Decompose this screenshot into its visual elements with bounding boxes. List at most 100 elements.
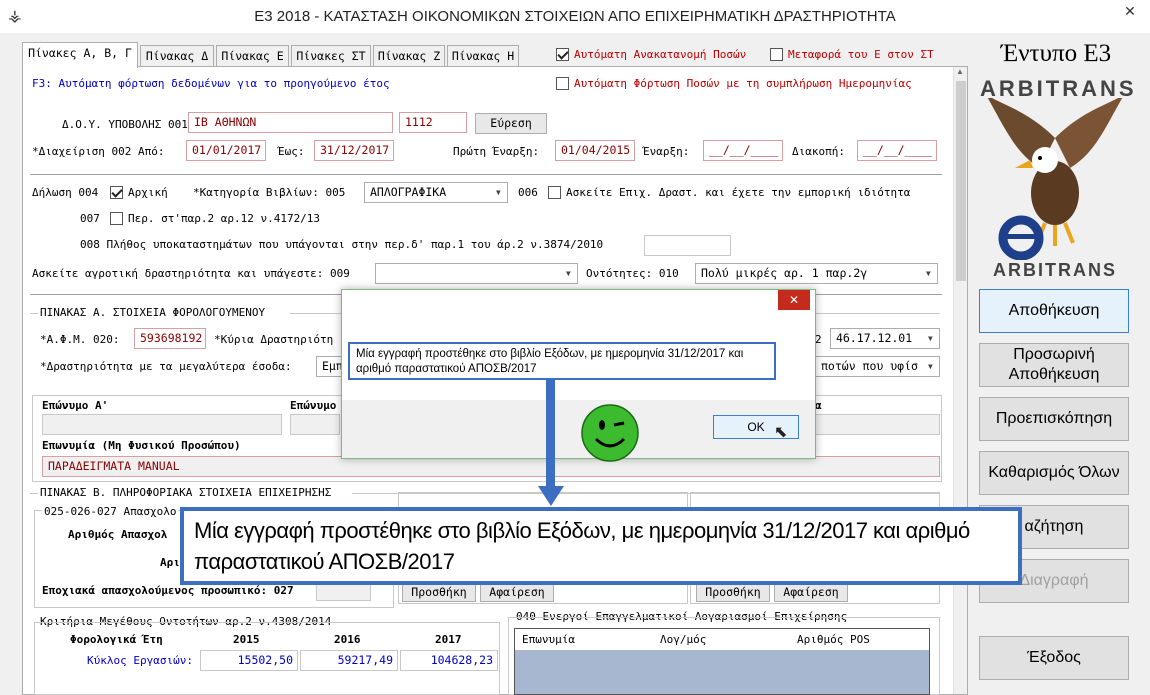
doy-input[interactable]: ΙΒ ΑΘΗΝΩΝ bbox=[188, 112, 393, 133]
books-select[interactable]: ΑΠΛΟΓΡΑΦΙΚΑ bbox=[364, 182, 508, 203]
doy-label: Δ.Ο.Υ. ΥΠΟΒΟΛΗΣ 001: bbox=[62, 118, 195, 131]
initial-checkbox[interactable] bbox=[110, 186, 123, 202]
col-name-header[interactable]: Επωνυμία bbox=[522, 633, 575, 646]
arrow-head-icon bbox=[538, 486, 564, 506]
branches-input[interactable] bbox=[644, 235, 731, 256]
code-006: 006 bbox=[518, 186, 538, 199]
tab-table-d[interactable]: Πίνακας Δ bbox=[140, 45, 214, 67]
surname-b-input[interactable] bbox=[290, 414, 340, 435]
groupbox-line bbox=[30, 313, 38, 314]
turnover-2015[interactable]: 15502,50 bbox=[200, 650, 298, 671]
preview-button[interactable]: Προεπισκόπηση bbox=[979, 397, 1129, 441]
from-date-input[interactable]: 01/01/2017 bbox=[186, 140, 266, 161]
main-activity-label: *Κύρια Δραστηριότη bbox=[214, 333, 334, 346]
books-label: *Κατηγορία Βιβλίων: 005 bbox=[193, 186, 346, 199]
company-label: Επωνυμία (Μη Φυσικού Προσώπου) bbox=[42, 439, 241, 452]
table-b-title: ΠΙΝΑΚΑΣ Β. ΠΛΗΡΟΦΟΡΙΑΚΑ ΣΤΟΙΧΕΙΑ ΕΠΙΧΕΙΡ… bbox=[40, 486, 332, 499]
sidebar-title: Έντυπο Ε3 bbox=[1000, 40, 1112, 67]
remove-button-left[interactable]: Αφαίρεση bbox=[480, 582, 554, 602]
year-2015: 2015 bbox=[233, 633, 260, 646]
commercial-checkbox[interactable] bbox=[548, 186, 561, 202]
turnover-label: Κύκλος Εργασιών: bbox=[87, 654, 193, 667]
col-account-header[interactable]: Λογ/μός bbox=[660, 633, 706, 646]
tab-tables-st[interactable]: Πίνακες ΣΤ bbox=[291, 45, 371, 67]
eagle-logo-icon bbox=[987, 98, 1123, 260]
kad-select[interactable]: 46.17.12.01 bbox=[830, 328, 940, 349]
employment-count-label: Αριθμός Απασχολ bbox=[68, 528, 168, 541]
branches-label: 008 Πλήθος υποκαταστημάτων που υπάγονται… bbox=[80, 238, 604, 251]
auto-redistribution-checkbox[interactable] bbox=[556, 48, 569, 64]
year-2016: 2016 bbox=[334, 633, 361, 646]
transfer-e-checkbox[interactable] bbox=[770, 48, 783, 64]
management-label: *Διαχείριση 002 Από: bbox=[32, 145, 165, 158]
top-income-right-select[interactable]: ποτών που υφίσ bbox=[815, 356, 940, 377]
auto-load-label: Αυτόματη Φόρτωση Ποσών με τη συμπλήρωση … bbox=[574, 77, 912, 90]
turnover-2016[interactable]: 59217,49 bbox=[300, 650, 398, 671]
first-start-input[interactable]: 01/04/2015 bbox=[555, 140, 635, 161]
year-2017: 2017 bbox=[435, 633, 462, 646]
dialog-message: Μία εγγραφή προστέθηκε στο βιβλίο Εξόδων… bbox=[348, 342, 776, 380]
tax-years-label: Φορολογικά Έτη bbox=[70, 633, 163, 646]
add-button-right[interactable]: Προσθήκη bbox=[696, 582, 770, 602]
search-doy-button[interactable]: Εύρεση bbox=[475, 113, 547, 134]
tab-table-z[interactable]: Πίνακας Ζ bbox=[373, 45, 445, 67]
to-date-input[interactable]: 31/12/2017 bbox=[314, 140, 394, 161]
transfer-e-label: Μεταφορά του Ε στον ΣΤ bbox=[788, 48, 934, 61]
surname-b-label: Επώνυμο bbox=[290, 399, 337, 412]
code-007: 007 bbox=[80, 212, 100, 225]
arrow-shaft bbox=[546, 380, 555, 490]
surname-a-label: Επώνυμο Α' bbox=[42, 399, 109, 412]
agri-select[interactable] bbox=[375, 263, 578, 284]
seasonal-label: Εποχιακά απασχολούμενος προσωπικό: 027 bbox=[42, 584, 294, 597]
par2-checkbox[interactable] bbox=[110, 212, 123, 228]
tab-table-h[interactable]: Πίνακας Η bbox=[447, 45, 519, 67]
smiley-wink-icon bbox=[581, 404, 639, 462]
doy-code-input[interactable]: 1112 bbox=[399, 112, 467, 133]
initial-label: Αρχική bbox=[128, 186, 168, 199]
afm-label: *Α.Φ.Μ. 020: bbox=[40, 333, 120, 346]
start-input[interactable]: __/__/____ bbox=[703, 140, 783, 161]
auto-load-checkbox[interactable] bbox=[556, 77, 569, 93]
tab-table-e[interactable]: Πίνακας Ε bbox=[216, 45, 289, 67]
add-button-left[interactable]: Προσθήκη bbox=[402, 582, 476, 602]
entities-label: Οντότητες: 010 bbox=[586, 267, 679, 280]
table-row[interactable] bbox=[515, 650, 929, 694]
table-a-title: ΠΙΝΑΚΑΣ Α. ΣΤΟΙΧΕΙΑ ΦΟΡΟΛΟΓΟΥΜΕΝΟΥ bbox=[40, 306, 266, 319]
window-title: Ε3 2018 - ΚΑΤΑΣΤΑΣΗ ΟΙΚΟΝΟΜΙΚΩΝ ΣΤΟΙΧΕΙΩ… bbox=[254, 8, 896, 25]
exit-button[interactable]: Έξοδος bbox=[979, 636, 1129, 680]
brand-bottom: ARBITRANS bbox=[993, 260, 1117, 280]
temp-save-button[interactable]: Προσωρινή Αποθήκευση bbox=[979, 343, 1129, 387]
to-label: Έως: bbox=[278, 145, 305, 158]
stop-label: Διακοπή: bbox=[792, 145, 845, 158]
f3-hint: F3: Αυτόματη φόρτωση δεδομένων για το πρ… bbox=[32, 77, 390, 90]
commercial-label: Ασκείτε Επιχ. Δραστ. και έχετε την εμπορ… bbox=[566, 186, 911, 199]
vertical-scrollbar[interactable]: ▲ bbox=[953, 67, 967, 694]
window-close-button[interactable]: ✕ bbox=[1114, 0, 1146, 22]
employment-ar-label: Αρι bbox=[160, 556, 180, 569]
par2-label: Περ. στ'παρ.2 αρ.12 ν.4172/13 bbox=[128, 212, 321, 225]
save-button[interactable]: Αποθήκευση bbox=[979, 289, 1129, 333]
top-income-label: *Δραστηριότητα με τα μεγαλύτερα έσοδα: bbox=[40, 360, 292, 373]
afm-input[interactable]: 593698192 bbox=[134, 328, 206, 349]
agri-label: Ασκείτε αγροτική δραστηριότητα και υπάγε… bbox=[32, 267, 350, 280]
col-pos-header[interactable]: Αριθμός POS bbox=[797, 633, 870, 646]
surname-a-input[interactable] bbox=[42, 414, 282, 435]
groupbox-line bbox=[30, 493, 38, 494]
clear-all-button[interactable]: Καθαρισμός Όλων bbox=[979, 451, 1129, 495]
tab-tables-abc[interactable]: Πίνακες Α, Β, Γ bbox=[22, 42, 138, 68]
start-label: Έναρξη: bbox=[643, 145, 690, 158]
remove-button-right[interactable]: Αφαίρεση bbox=[774, 582, 848, 602]
stop-input[interactable]: __/__/____ bbox=[857, 140, 937, 161]
first-start-label: Πρώτη Έναρξη: bbox=[453, 145, 540, 158]
surname-c-input[interactable] bbox=[815, 414, 940, 435]
mouse-cursor-icon: ⬉ bbox=[774, 424, 788, 441]
dialog-close-button[interactable]: ✕ bbox=[778, 290, 810, 310]
turnover-2017[interactable]: 104628,23 bbox=[400, 650, 498, 671]
declaration-label: Δήλωση 004 bbox=[32, 186, 99, 199]
company-input[interactable]: ΠΑΡΑΔΕΙΓΜΑΤΑ MANUAL bbox=[42, 456, 940, 477]
auto-redistribution-label: Αυτόματη Ανακατανομή Ποσών bbox=[574, 48, 747, 61]
entities-select[interactable]: Πολύ μικρές αρ. 1 παρ.2γ bbox=[695, 263, 938, 284]
divider bbox=[30, 174, 942, 175]
zoom-callout: Μία εγγραφή προστέθηκε στο βιβλίο Εξόδων… bbox=[180, 507, 1022, 585]
employment-group-title: 025-026-027 Απασχολο bbox=[42, 505, 179, 518]
